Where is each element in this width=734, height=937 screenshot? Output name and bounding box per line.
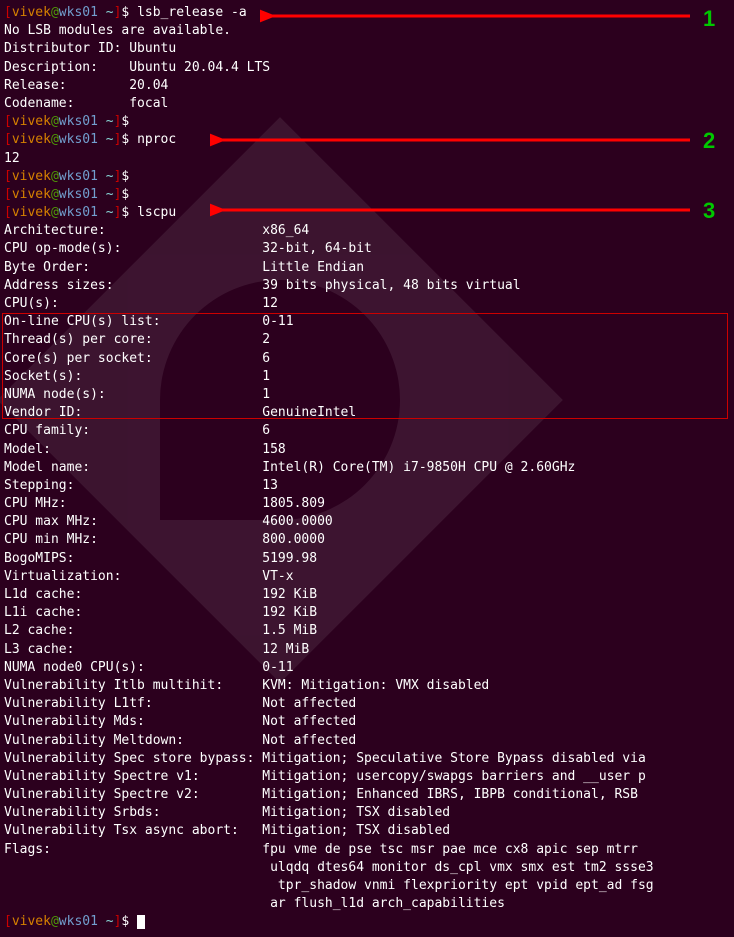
lscpu-row-l3: L3 cache: 12 MiB [4, 641, 730, 659]
prompt-user: vivek [12, 5, 51, 20]
annotation-label-1: 1 [703, 4, 715, 35]
lscpu-row-vsrbds: Vulnerability Srbds: Mitigation; TSX dis… [4, 804, 730, 822]
annotation-label-3: 3 [703, 196, 715, 227]
prompt-host: wks01 [59, 5, 98, 20]
command-lscpu: lscpu [137, 205, 176, 220]
lsb-output-4: Codename: focal [4, 95, 730, 113]
lscpu-row-numa0: NUMA node0 CPU(s): 0-11 [4, 659, 730, 677]
command-lsb-release: lsb_release -a [137, 5, 247, 20]
lscpu-flags-cont: tpr_shadow vnmi flexpriority ept vpid ep… [4, 877, 730, 895]
lscpu-row-virt: Virtualization: VT-x [4, 568, 730, 586]
lscpu-row-flags: Flags: fpu vme de pse tsc msr pae mce cx… [4, 841, 730, 859]
lscpu-row-modelname: Model name: Intel(R) Core(TM) i7-9850H C… [4, 459, 730, 477]
arrow-1 [260, 6, 700, 26]
lscpu-row-opmode: CPU op-mode(s): 32-bit, 64-bit [4, 240, 730, 258]
lscpu-row-vsv1: Vulnerability Spectre v1: Mitigation; us… [4, 768, 730, 786]
lscpu-row-vmelt: Vulnerability Meltdown: Not affected [4, 732, 730, 750]
lscpu-flags-cont: ulqdq dtes64 monitor ds_cpl vmx smx est … [4, 859, 730, 877]
lscpu-row-threads: Thread(s) per core: 2 [4, 331, 730, 349]
cursor [137, 915, 145, 929]
lsb-output-1: Distributor ID: Ubuntu [4, 40, 730, 58]
lscpu-row-model: Model: 158 [4, 441, 730, 459]
lscpu-row-l1d: L1d cache: 192 KiB [4, 586, 730, 604]
lsb-output-3: Release: 20.04 [4, 77, 730, 95]
lscpu-row-maxmhz: CPU max MHz: 4600.0000 [4, 513, 730, 531]
lsb-output-2: Description: Ubuntu 20.04.4 LTS [4, 59, 730, 77]
lscpu-row-stepping: Stepping: 13 [4, 477, 730, 495]
lscpu-row-vl1tf: Vulnerability L1tf: Not affected [4, 695, 730, 713]
lscpu-row-minmhz: CPU min MHz: 800.0000 [4, 531, 730, 549]
lscpu-row-cpus: CPU(s): 12 [4, 295, 730, 313]
lscpu-row-cores: Core(s) per socket: 6 [4, 350, 730, 368]
prompt-at: @ [51, 5, 59, 20]
lscpu-row-addrsizes: Address sizes: 39 bits physical, 48 bits… [4, 277, 730, 295]
lscpu-row-online: On-line CPU(s) list: 0-11 [4, 313, 730, 331]
nproc-output: 12 [4, 150, 730, 168]
lscpu-row-family: CPU family: 6 [4, 422, 730, 440]
annotation-label-2: 2 [703, 126, 715, 157]
prompt-bracket-open: [ [4, 5, 12, 20]
lscpu-row-numa: NUMA node(s): 1 [4, 386, 730, 404]
prompt-line-4: [vivek@wks01 ~]$ [4, 168, 730, 186]
arrow-3 [210, 200, 700, 220]
lscpu-output: Architecture: x86_64CPU op-mode(s): 32-b… [4, 222, 730, 913]
lscpu-row-l2: L2 cache: 1.5 MiB [4, 622, 730, 640]
command-nproc: nproc [137, 132, 176, 147]
lscpu-row-bogomips: BogoMIPS: 5199.98 [4, 550, 730, 568]
prompt-path: ~ [98, 5, 114, 20]
lscpu-row-arch: Architecture: x86_64 [4, 222, 730, 240]
lscpu-row-byteorder: Byte Order: Little Endian [4, 259, 730, 277]
prompt-line-2: [vivek@wks01 ~]$ [4, 113, 730, 131]
prompt-dollar: $ [121, 5, 137, 20]
lscpu-row-l1i: L1i cache: 192 KiB [4, 604, 730, 622]
lscpu-row-sockets: Socket(s): 1 [4, 368, 730, 386]
lscpu-row-vtsx: Vulnerability Tsx async abort: Mitigatio… [4, 822, 730, 840]
lscpu-row-vsv2: Vulnerability Spectre v2: Mitigation; En… [4, 786, 730, 804]
lscpu-flags-cont: ar flush_l1d arch_capabilities [4, 895, 730, 913]
prompt-line-final[interactable]: [vivek@wks01 ~]$ [4, 913, 730, 931]
lscpu-row-vmds: Vulnerability Mds: Not affected [4, 713, 730, 731]
lscpu-row-vendor: Vendor ID: GenuineIntel [4, 404, 730, 422]
lscpu-row-vitlb: Vulnerability Itlb multihit: KVM: Mitiga… [4, 677, 730, 695]
arrow-2 [210, 130, 700, 150]
lscpu-row-mhz: CPU MHz: 1805.809 [4, 495, 730, 513]
lscpu-row-vssb: Vulnerability Spec store bypass: Mitigat… [4, 750, 730, 768]
